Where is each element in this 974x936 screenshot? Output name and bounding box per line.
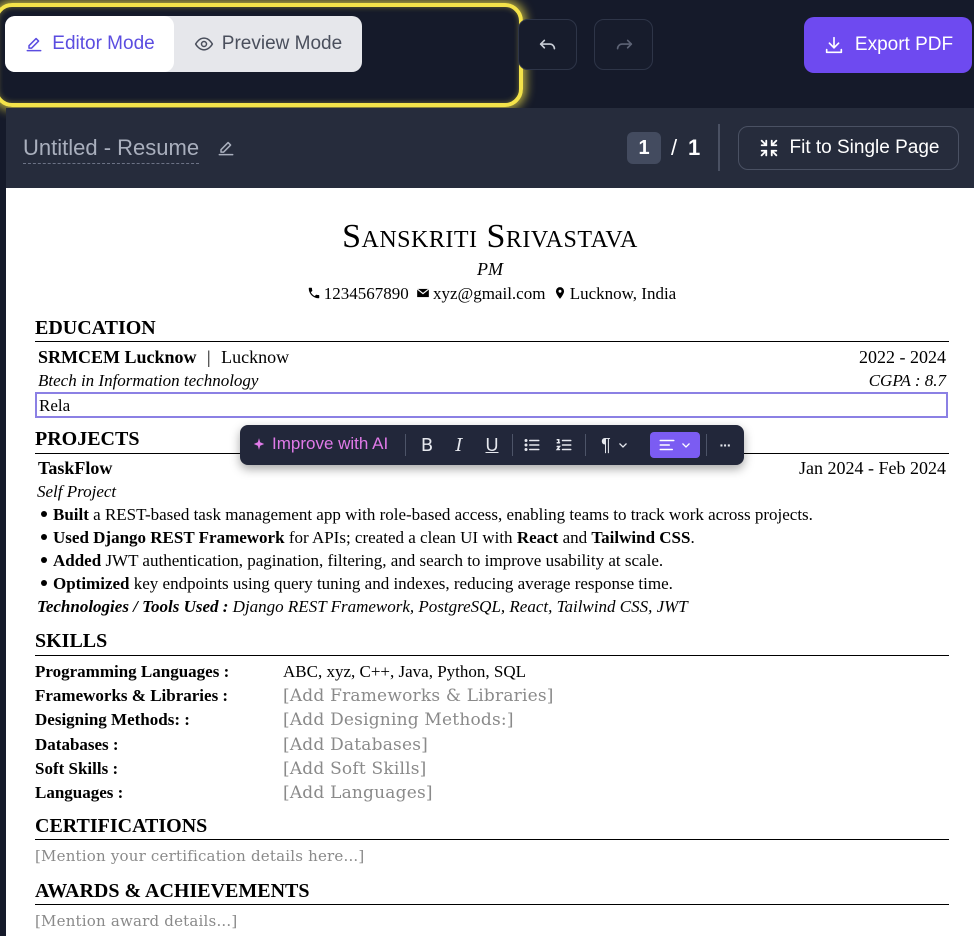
underline-button[interactable]: U bbox=[481, 434, 503, 456]
education-heading[interactable]: EDUCATION bbox=[35, 317, 156, 340]
certifications-heading[interactable]: CERTIFICATIONS bbox=[35, 815, 207, 838]
skill-key[interactable]: Frameworks & Libraries : bbox=[35, 686, 228, 706]
skill-value[interactable]: ABC, xyz, C++, Java, Python, SQL bbox=[283, 662, 526, 682]
mode-toggle-highlight bbox=[0, 3, 523, 107]
resume-role[interactable]: PM bbox=[6, 259, 974, 280]
numbered-list-icon bbox=[555, 439, 572, 451]
page-separator: / bbox=[671, 135, 678, 160]
total-pages: 1 bbox=[688, 135, 701, 160]
education-gpa[interactable]: CGPA : 8.7 bbox=[706, 371, 946, 391]
section-rule bbox=[35, 904, 949, 905]
education-city[interactable]: Lucknow bbox=[221, 347, 289, 367]
fit-to-single-page-button[interactable]: Fit to Single Page bbox=[738, 126, 959, 170]
contact-phone[interactable]: 1234567890 bbox=[324, 284, 409, 303]
skill-key[interactable]: Databases : bbox=[35, 735, 119, 755]
current-page-badge: 1 bbox=[627, 132, 661, 164]
technologies-value: Django REST Framework, PostgreSQL, React… bbox=[228, 597, 688, 616]
skill-value-placeholder[interactable]: [Add Designing Methods:] bbox=[283, 710, 514, 730]
export-pdf-label: Export PDF bbox=[854, 34, 954, 55]
section-rule bbox=[35, 655, 949, 656]
bullet-list-icon bbox=[524, 439, 540, 451]
skill-key[interactable]: Languages : bbox=[35, 783, 123, 803]
document-title[interactable]: Untitled - Resume bbox=[23, 135, 200, 164]
section-rule bbox=[35, 839, 949, 840]
skill-value-placeholder[interactable]: [Add Soft Skills] bbox=[283, 759, 427, 779]
more-options-button[interactable]: ··· bbox=[714, 434, 736, 456]
certifications-placeholder[interactable]: [Mention your certification details here… bbox=[35, 847, 364, 865]
toolbar-separator bbox=[512, 434, 513, 456]
text-align-dropdown[interactable] bbox=[650, 432, 700, 458]
resume-name[interactable]: Sanskriti Srivastava bbox=[6, 218, 974, 256]
sparkle-icon bbox=[253, 438, 265, 450]
skill-value-placeholder[interactable]: [Add Frameworks & Libraries] bbox=[283, 686, 554, 706]
chevron-down-icon bbox=[618, 443, 627, 448]
redo-icon bbox=[616, 39, 632, 49]
project-bullet[interactable]: Optimized key endpoints using query tuni… bbox=[41, 574, 673, 594]
fit-to-single-page-label: Fit to Single Page bbox=[789, 137, 940, 158]
numbered-list-button[interactable] bbox=[553, 434, 575, 456]
download-icon bbox=[825, 36, 843, 54]
awards-placeholder[interactable]: [Mention award details...] bbox=[35, 912, 237, 930]
contact-line: 1234567890 xyz@gmail.com Lucknow, India bbox=[6, 284, 974, 304]
mail-icon bbox=[416, 288, 430, 298]
paragraph-icon: ¶ bbox=[601, 434, 611, 455]
italic-button[interactable]: I bbox=[448, 434, 470, 456]
shrink-icon bbox=[760, 139, 777, 157]
skill-value-placeholder[interactable]: [Add Databases] bbox=[283, 735, 428, 755]
undo-icon bbox=[539, 39, 555, 49]
section-rule bbox=[35, 341, 949, 342]
export-pdf-button[interactable]: Export PDF bbox=[804, 17, 972, 73]
education-editing-field[interactable]: Rela bbox=[35, 392, 948, 418]
resume-page: Sanskriti Srivastava PM 1234567890 xyz@g… bbox=[6, 188, 974, 936]
improve-with-ai-label: Improve with AI bbox=[272, 434, 389, 453]
paragraph-dropdown[interactable]: ¶ bbox=[595, 434, 635, 456]
toolbar-separator bbox=[405, 434, 406, 456]
contact-email[interactable]: xyz@gmail.com bbox=[433, 284, 545, 303]
project-title[interactable]: TaskFlow bbox=[38, 458, 112, 479]
top-toolbar: Editor Mode Preview Mode Export PDF bbox=[0, 0, 974, 108]
skill-key[interactable]: Designing Methods: : bbox=[35, 710, 190, 730]
bullet-list-button[interactable] bbox=[521, 434, 543, 456]
project-type[interactable]: Self Project bbox=[37, 482, 116, 502]
skill-key[interactable]: Soft Skills : bbox=[35, 759, 118, 779]
skill-key[interactable]: Programming Languages : bbox=[35, 662, 229, 682]
projects-heading[interactable]: PROJECTS bbox=[35, 428, 139, 451]
formatting-toolbar: Improve with AI B I U ¶ ··· bbox=[240, 425, 744, 465]
education-school[interactable]: SRMCEM Lucknow bbox=[38, 347, 197, 367]
education-years[interactable]: 2022 - 2024 bbox=[706, 347, 946, 368]
undo-button[interactable] bbox=[518, 19, 577, 70]
awards-heading[interactable]: AWARDS & ACHIEVEMENTS bbox=[35, 880, 310, 903]
location-pin-icon bbox=[555, 287, 564, 299]
redo-button[interactable] bbox=[594, 19, 653, 70]
skill-value-placeholder[interactable]: [Add Languages] bbox=[283, 783, 433, 803]
skills-heading[interactable]: SKILLS bbox=[35, 630, 107, 653]
bullet-dot bbox=[41, 534, 47, 540]
bullet-dot bbox=[41, 580, 47, 586]
education-degree[interactable]: Btech in Information technology bbox=[38, 371, 258, 391]
edit-title-icon[interactable] bbox=[216, 138, 236, 158]
divider bbox=[718, 124, 720, 171]
bold-button[interactable]: B bbox=[416, 434, 438, 456]
education-separator: | bbox=[207, 347, 211, 367]
contact-location[interactable]: Lucknow, India bbox=[570, 284, 677, 303]
toolbar-separator bbox=[706, 434, 707, 456]
document-titlebar: Untitled - Resume 1 / 1 Fit to Single Pa… bbox=[6, 108, 974, 188]
bullet-dot bbox=[41, 557, 47, 563]
project-bullet[interactable]: Used Django REST Framework for APIs; cre… bbox=[41, 528, 695, 548]
improve-with-ai-button[interactable]: Improve with AI bbox=[252, 434, 388, 454]
education-institution-line: SRMCEM Lucknow | Lucknow bbox=[38, 347, 289, 368]
bullet-dot bbox=[41, 511, 47, 517]
project-technologies[interactable]: Technologies / Tools Used : Django REST … bbox=[37, 597, 688, 617]
chevron-down-icon bbox=[682, 443, 690, 448]
align-left-icon bbox=[659, 439, 675, 451]
project-bullet[interactable]: Added JWT authentication, pagination, fi… bbox=[41, 551, 663, 571]
phone-icon bbox=[308, 287, 319, 299]
project-bullet[interactable]: Built a REST-based task management app w… bbox=[41, 505, 813, 525]
toolbar-separator bbox=[585, 434, 586, 456]
technologies-label: Technologies / Tools Used : bbox=[37, 597, 229, 616]
